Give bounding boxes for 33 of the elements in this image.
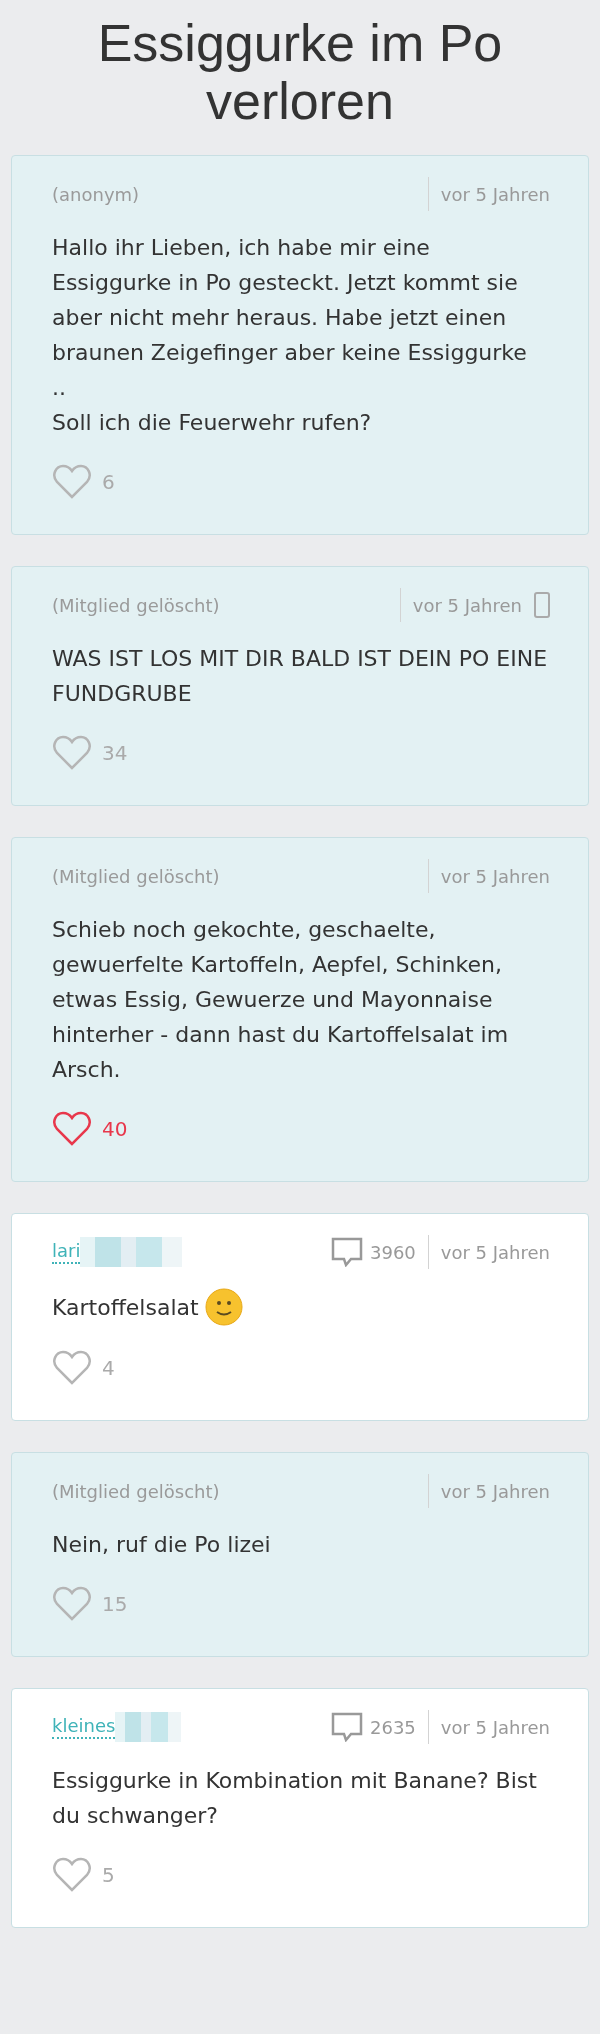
author-name: (Mitglied gelöscht) (52, 865, 220, 887)
post-time: vor 5 Jahren (439, 1716, 550, 1738)
heart-icon[interactable] (52, 464, 92, 500)
like-count: 15 (102, 1592, 128, 1616)
post-text: Nein, ruf die Po lizei (52, 1531, 271, 1559)
author-name: (Mitglied gelöscht) (52, 1480, 220, 1502)
post-text: Schieb noch gekochte, geschaelte, gewuerfelte Kartoffeln, Aepfel, Schinken, etwas Essig, Gewuerze und Mayonnaise hinterher - dann hast du Kartoffelsalat im Arsch. (52, 916, 510, 1084)
like-count: 4 (102, 1356, 115, 1380)
post-time: vor 5 Jahren (439, 865, 550, 887)
heart-icon[interactable] (52, 1586, 92, 1622)
comment-count: 3960 (370, 1241, 416, 1263)
post-text: Essiggurke in Kombination mit Banane? Bist du schwanger? (52, 1767, 538, 1830)
post-text: WAS IST LOS MIT DIR BALD IST DEIN PO EINE FUNDGRUBE (52, 645, 549, 708)
post-text: Hallo ihr Lieben, ich habe mir eine Essiggurke in Po gesteckt. Jetzt kommt sie aber nicht mehr heraus. Habe jetzt einen braunen Zeigefinger aber keine Essiggurke .. Soll ich die Feuerwehr rufen? (52, 234, 528, 437)
heart-icon[interactable] (52, 1857, 92, 1893)
author-name: (anonym) (52, 183, 140, 205)
like-count: 5 (102, 1863, 115, 1887)
thread-title: Essiggurke im Po verloren (96, 14, 504, 130)
post-time: vor 5 Jahren (439, 183, 550, 205)
heart-icon[interactable] (52, 1350, 92, 1386)
post-text: Kartoffelsalat (52, 1293, 199, 1322)
like-count: 6 (102, 470, 115, 494)
post-time: vor 5 Jahren (439, 1241, 550, 1263)
comment-count: 2635 (370, 1716, 416, 1738)
post-time: vor 5 Jahren (411, 594, 522, 616)
speech-bubble-icon (331, 1712, 363, 1742)
heart-icon[interactable] (52, 735, 92, 771)
like-count: 40 (102, 1117, 128, 1141)
author-name: (Mitglied gelöscht) (52, 594, 220, 616)
heart-icon[interactable] (52, 1111, 92, 1147)
post-time: vor 5 Jahren (439, 1480, 550, 1502)
like-count: 34 (102, 741, 128, 765)
speech-bubble-icon (331, 1237, 363, 1267)
